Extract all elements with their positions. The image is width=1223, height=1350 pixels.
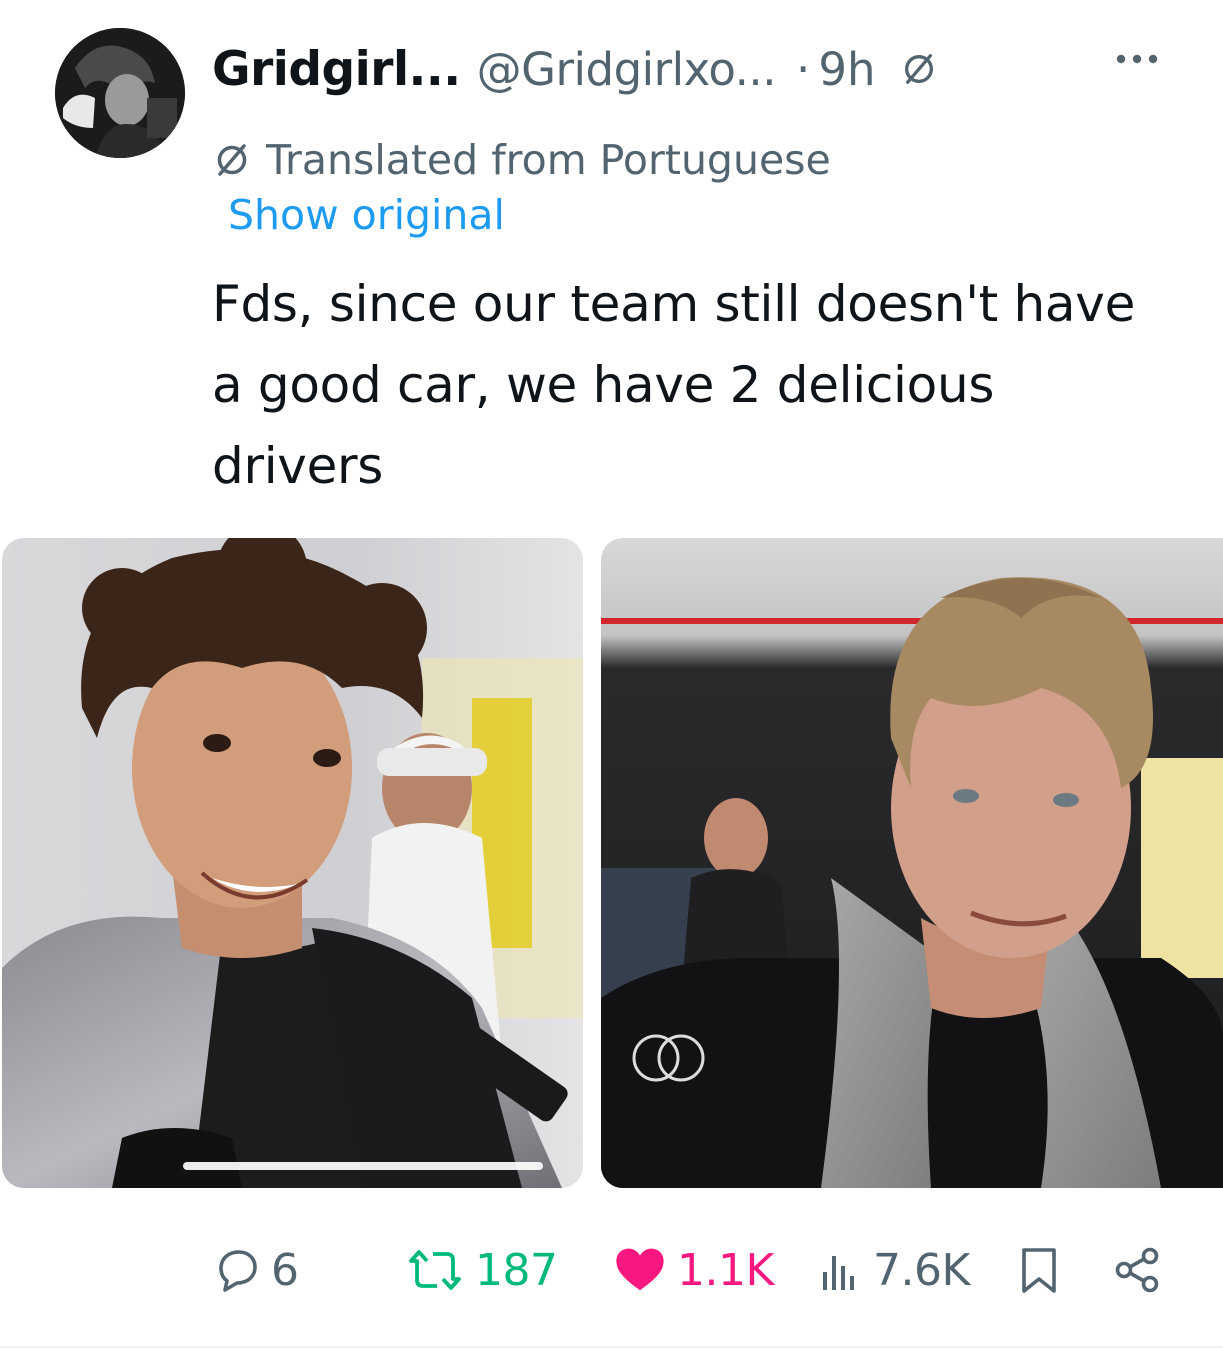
user-handle[interactable]: @Gridgirlxo... [477, 43, 777, 96]
share-button[interactable] [1112, 1235, 1162, 1305]
bookmark-button[interactable] [1014, 1235, 1064, 1305]
reply-count: 6 [271, 1244, 299, 1296]
more-icon[interactable] [1112, 44, 1162, 74]
show-original-link[interactable]: Show original [228, 191, 505, 239]
retweet-icon [409, 1250, 461, 1290]
avatar-image [55, 28, 185, 158]
translated-notice: Translated from Portuguese [212, 134, 831, 186]
photo-driver-1-image [2, 538, 583, 1188]
like-count: 1.1K [677, 1244, 774, 1296]
photo-driver-2-image [601, 538, 1223, 1188]
bookmark-icon [1022, 1248, 1056, 1293]
timestamp[interactable]: 9h [818, 43, 875, 96]
photo-driver-1[interactable] [2, 538, 583, 1188]
action-bar: 6 187 1.1K 7.6K [0, 1235, 1223, 1305]
photo-driver-2[interactable] [601, 538, 1223, 1188]
divider [0, 1346, 1223, 1348]
translated-label: Translated from Portuguese [266, 136, 831, 184]
reply-icon [219, 1250, 257, 1292]
views-button[interactable]: 7.6K [815, 1235, 970, 1305]
display-name[interactable]: Gridgirl... [212, 42, 461, 97]
tweet-text: Fds, since our team still doesn't have a… [212, 275, 1136, 495]
translate-icon [904, 54, 933, 84]
heart-icon [616, 1248, 664, 1291]
tweet-header: Gridgirl... @Gridgirlxo... · 9h [212, 34, 938, 104]
views-icon [823, 1256, 854, 1290]
like-button[interactable]: 1.1K [613, 1235, 774, 1305]
retweet-count: 187 [475, 1244, 558, 1296]
translate-icon [217, 144, 247, 176]
separator-dot: · [796, 42, 811, 96]
share-icon [1115, 1247, 1159, 1293]
view-count: 7.6K [873, 1244, 970, 1296]
avatar[interactable] [55, 28, 185, 158]
reply-button[interactable]: 6 [213, 1235, 299, 1305]
media-scroll-indicator[interactable] [183, 1162, 543, 1170]
retweet-button[interactable]: 187 [405, 1235, 558, 1305]
